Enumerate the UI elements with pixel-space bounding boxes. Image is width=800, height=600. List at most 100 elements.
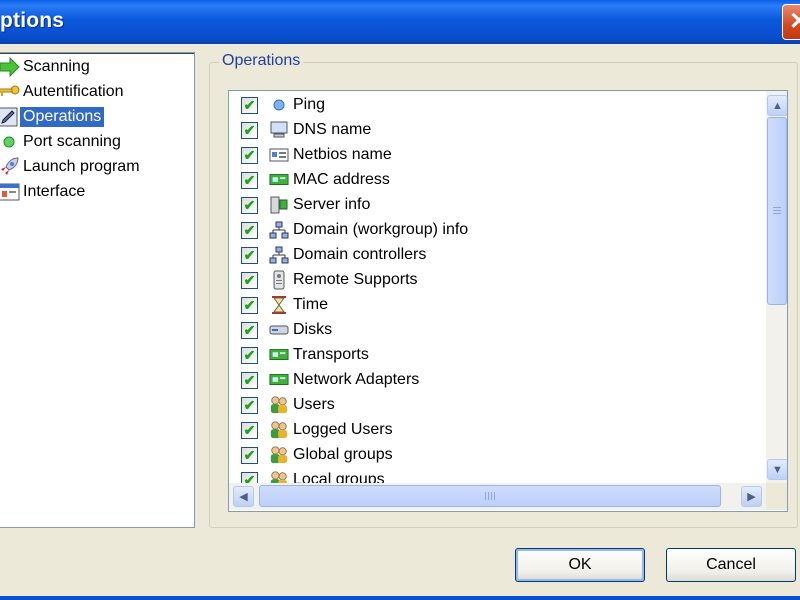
list-item-label: Global groups [293,446,393,463]
operations-checklist[interactable]: ✔ Ping ✔ DNS name ✔ Netbios name ✔ MAC a… [228,90,788,512]
list-item-label: Server info [293,196,371,213]
vertical-scrollbar[interactable]: ▲ ▼ [766,91,787,483]
list-item[interactable]: ✔ Time [241,293,328,317]
settings-nav-tree[interactable]: Scanning Autentification Operations Port… [0,52,195,528]
list-item[interactable]: ✔ Domain controllers [241,243,426,267]
chevron-down-icon: ▼ [772,463,783,476]
list-item-label: MAC address [293,171,390,188]
horizontal-scroll-thumb[interactable] [259,485,721,507]
list-item[interactable]: ✔ Disks [241,318,332,342]
remote-icon [269,270,289,290]
pencil-icon [0,106,20,128]
users-icon [269,395,289,415]
title-bar[interactable]: ptions ✕ [0,0,800,44]
list-item-label: Users [293,396,335,413]
close-icon: ✕ [789,8,800,35]
network-card-icon [269,370,289,390]
network-card-icon [269,170,289,190]
checkbox[interactable]: ✔ [241,221,258,239]
grip-line [488,492,489,500]
list-item-label: Network Adapters [293,371,420,388]
checkbox[interactable]: ✔ [241,371,258,389]
list-item-label: Time [293,296,328,313]
list-item-label: Logged Users [293,421,393,438]
checkbox[interactable]: ✔ [241,121,258,139]
checkbox[interactable]: ✔ [241,346,258,364]
checkbox[interactable]: ✔ [241,146,258,164]
scroll-right-button[interactable]: ▶ [741,486,762,507]
users-icon [269,420,289,440]
blue-dot-icon [269,95,289,115]
chevron-right-icon: ▶ [747,491,756,503]
checkbox[interactable]: ✔ [241,96,258,114]
network-card-icon [269,345,289,365]
users-icon [269,445,289,465]
grip-line [773,213,781,214]
list-item[interactable]: ✔ Network Adapters [241,368,419,392]
scroll-down-button[interactable]: ▼ [767,459,787,480]
rocket-icon [0,156,20,178]
grip-line [485,492,486,500]
nav-item-interface[interactable]: Interface [0,180,88,204]
nav-item-label: Operations [20,107,105,127]
arrow-right-icon [0,56,20,78]
checkbox[interactable]: ✔ [241,321,258,339]
list-item[interactable]: ✔ Server info [241,193,370,217]
list-item[interactable]: ✔ Ping [241,93,325,117]
window-bottom-border [0,596,800,600]
list-item[interactable]: ✔ Global groups [241,443,393,467]
nav-item-label: Launch program [23,158,140,175]
checkbox[interactable]: ✔ [241,246,258,264]
list-item[interactable]: ✔ DNS name [241,118,371,142]
list-item[interactable]: ✔ Users [241,393,335,417]
operations-group-label: Operations [219,52,304,70]
list-item[interactable]: ✔ Logged Users [241,418,393,442]
computer-icon [269,120,289,140]
nav-item-operations[interactable]: Operations [0,105,105,129]
vertical-scroll-thumb[interactable] [767,117,787,305]
checkbox[interactable]: ✔ [241,446,258,464]
list-item-label: DNS name [293,121,372,138]
nav-item-autentification[interactable]: Autentification [0,80,127,104]
nav-item-launch-program[interactable]: Launch program [0,155,143,179]
checkbox[interactable]: ✔ [241,196,258,214]
nav-item-scanning[interactable]: Scanning [0,55,93,79]
scrollbar-corner [766,483,787,510]
checkbox[interactable]: ✔ [241,271,258,289]
list-item[interactable]: ✔ MAC address [241,168,390,192]
window-title: ptions [0,9,65,32]
checkbox[interactable]: ✔ [241,296,258,314]
grip-line [773,210,781,211]
checkbox[interactable]: ✔ [241,421,258,439]
grip-line [491,492,492,500]
scroll-up-button[interactable]: ▲ [767,95,787,116]
list-item-label: Netbios name [293,146,392,163]
nav-item-port-scanning[interactable]: Port scanning [0,130,124,154]
key-icon [0,81,20,103]
list-item[interactable]: ✔ Netbios name [241,143,392,167]
checkbox[interactable]: ✔ [241,396,258,414]
close-button[interactable]: ✕ [782,4,800,40]
cancel-button[interactable]: Cancel [666,548,796,582]
grip-line [773,207,781,208]
grip-line [494,492,495,500]
green-dot-icon [0,131,20,153]
list-item[interactable]: ✔ Transports [241,343,369,367]
list-item[interactable]: ✔ Remote Supports [241,268,418,292]
horizontal-scrollbar[interactable]: ◀ ▶ [229,483,766,510]
domain-tree-icon [269,245,289,265]
list-item-label: Domain controllers [293,246,427,263]
nav-item-label: Interface [23,183,86,200]
chevron-left-icon: ◀ [239,491,248,503]
list-item-label: Transports [293,346,369,363]
nav-item-label: Autentification [23,83,124,100]
hourglass-icon [269,295,289,315]
domain-tree-icon [269,220,289,240]
id-card-icon [269,145,289,165]
list-item-label: Remote Supports [293,271,418,288]
list-item[interactable]: ✔ Domain (workgroup) info [241,218,468,242]
ok-button[interactable]: OK [515,548,645,582]
scroll-left-button[interactable]: ◀ [233,486,254,507]
nav-item-label: Port scanning [23,133,121,150]
checkbox[interactable]: ✔ [241,171,258,189]
